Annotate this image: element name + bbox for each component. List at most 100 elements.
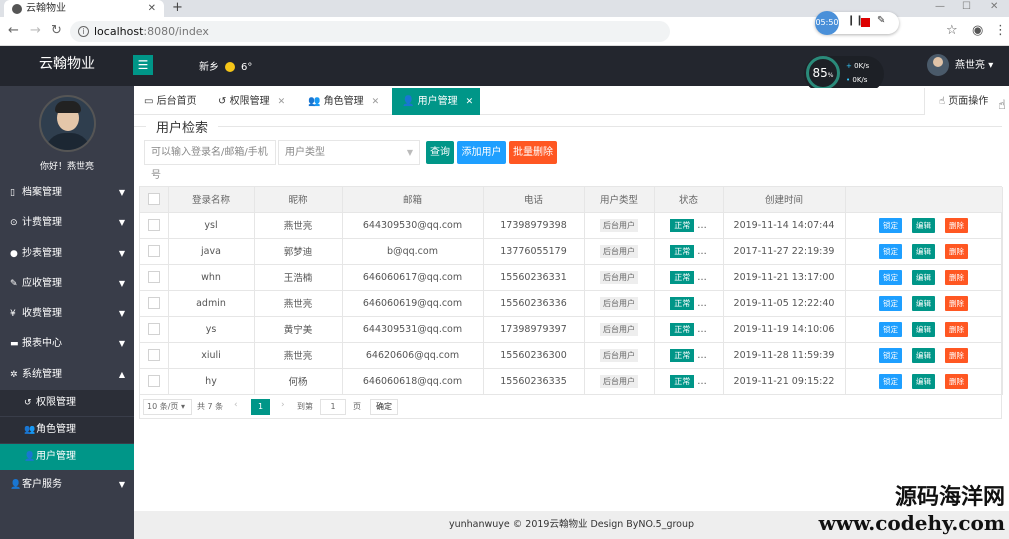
- column-header[interactable]: 电话: [483, 187, 585, 213]
- tab-permissions[interactable]: ↺ 权限管理 ✕: [208, 88, 298, 115]
- info-icon[interactable]: i: [78, 26, 89, 37]
- goto-page-input[interactable]: 1: [320, 399, 346, 415]
- edit-button[interactable]: 编辑: [912, 269, 935, 285]
- forward-icon[interactable]: →: [30, 23, 41, 38]
- file-icon: ▯: [10, 188, 15, 198]
- user-menu[interactable]: 燕世亮 ▾: [927, 54, 993, 77]
- lock-button[interactable]: 锁定: [879, 217, 902, 233]
- lock-button[interactable]: 锁定: [879, 347, 902, 363]
- next-page-icon[interactable]: ›: [281, 400, 285, 410]
- new-tab-icon[interactable]: +: [172, 0, 183, 16]
- row-checkbox[interactable]: [147, 297, 160, 309]
- sidebar-item-billing[interactable]: ⊙ 计费管理 ▼: [0, 208, 134, 238]
- edit-button[interactable]: 编辑: [912, 243, 935, 259]
- more-menu-icon[interactable]: ⋮: [994, 23, 1007, 38]
- batch-delete-button[interactable]: 批量删除: [509, 141, 557, 164]
- delete-button[interactable]: 删除: [945, 243, 968, 259]
- table-row[interactable]: ys 黄宁美 644309531@qq.com 17398979397 后台用户 正常 ……: [140, 316, 1003, 343]
- pen-icon[interactable]: ✎: [877, 15, 885, 26]
- table-row[interactable]: hy 何杨 646060618@qq.com 15560236335 后台用户 正常 … 2…: [140, 368, 1003, 395]
- stop-icon[interactable]: [861, 18, 870, 27]
- sidebar-item-system[interactable]: ✲ 系统管理 ▲: [0, 360, 134, 390]
- delete-button[interactable]: 删除: [945, 347, 968, 363]
- lock-button[interactable]: 锁定: [879, 295, 902, 311]
- sidebar-item-users[interactable]: 👤用户管理: [0, 444, 134, 470]
- delete-button[interactable]: 删除: [945, 217, 968, 233]
- table-row[interactable]: java 郭梦迪 b@qq.com 13776055179 后台用户 正常 … 2017-1…: [140, 238, 1003, 265]
- weather-temperature: 6°: [241, 62, 253, 73]
- add-user-button[interactable]: 添加用户: [457, 141, 506, 164]
- column-header[interactable]: 用户类型: [584, 187, 655, 213]
- lock-button[interactable]: 锁定: [879, 321, 902, 337]
- account-icon[interactable]: ◉: [972, 23, 983, 38]
- lock-button[interactable]: 锁定: [879, 243, 902, 259]
- current-page-button[interactable]: 1: [251, 399, 270, 415]
- prev-page-icon[interactable]: ‹: [234, 400, 238, 410]
- row-checkbox[interactable]: [147, 323, 160, 335]
- table-row[interactable]: admin 燕世亮 646060619@qq.com 15560236336 后台用户 正…: [140, 290, 1003, 317]
- search-input[interactable]: 可以输入登录名/邮箱/手机号: [144, 140, 276, 181]
- close-tab-icon[interactable]: ✕: [372, 97, 380, 107]
- column-header[interactable]: 昵称: [254, 187, 343, 213]
- lock-button[interactable]: 锁定: [879, 373, 902, 389]
- monitor-icon: ▭: [144, 96, 154, 107]
- close-tab-icon[interactable]: ✕: [148, 0, 156, 17]
- page-size-select[interactable]: 10 条/页 ▾: [143, 399, 192, 415]
- goto-confirm-button[interactable]: 确定: [370, 399, 398, 415]
- delete-button[interactable]: 删除: [945, 321, 968, 337]
- edit-button[interactable]: 编辑: [912, 217, 935, 233]
- row-select-cell: [140, 290, 169, 317]
- sidebar-item-reports[interactable]: ▬ 报表中心 ▼: [0, 329, 134, 359]
- edit-button[interactable]: 编辑: [912, 347, 935, 363]
- sidebar-item-permissions[interactable]: ↺ 权限管理: [0, 390, 134, 416]
- menu-toggle-button[interactable]: ☰: [133, 55, 153, 75]
- column-header-actions: [845, 187, 1003, 213]
- edit-button[interactable]: 编辑: [912, 295, 935, 311]
- column-header[interactable]: 创建时间: [723, 187, 846, 213]
- table-row[interactable]: ysl 燕世亮 644309530@qq.com 17398979398 后台用户 正常 …: [140, 212, 1003, 239]
- table-row[interactable]: xiuli 燕世亮 64620606@qq.com 15560236300 后台用户 正常…: [140, 342, 1003, 369]
- url-field[interactable]: i localhost:8080/index: [70, 21, 670, 42]
- row-checkbox[interactable]: [147, 349, 160, 361]
- table-row[interactable]: whn 王浩楠 646060617@qq.com 15560236331 后台用户 正常 …: [140, 264, 1003, 291]
- tab-roles[interactable]: 👥 角色管理 ✕: [298, 88, 392, 115]
- row-checkbox[interactable]: [147, 245, 160, 257]
- column-header[interactable]: 状态: [654, 187, 724, 213]
- back-icon[interactable]: ←: [8, 23, 19, 38]
- delete-button[interactable]: 删除: [945, 269, 968, 285]
- column-header[interactable]: 登录名称: [168, 187, 255, 213]
- row-checkbox[interactable]: [147, 271, 160, 283]
- close-tab-icon[interactable]: ✕: [466, 97, 474, 107]
- row-checkbox[interactable]: [147, 219, 160, 231]
- page-operations-button[interactable]: ☝ 页面操作: [924, 88, 1009, 115]
- minimize-icon[interactable]: —: [935, 0, 945, 14]
- sidebar-item-label: 系统管理: [22, 369, 62, 380]
- sidebar-item-customer-service[interactable]: 👤客户服务 ▼: [0, 470, 134, 500]
- close-tab-icon[interactable]: ✕: [278, 97, 286, 107]
- sidebar-item-meter-reading[interactable]: ● 抄表管理 ▼: [0, 239, 134, 269]
- close-window-icon[interactable]: ✕: [990, 0, 998, 14]
- chat-icon: ▬: [10, 339, 19, 349]
- user-type-select[interactable]: 用户类型 ▼: [278, 140, 420, 165]
- sidebar-item-collection[interactable]: ¥ 收费管理 ▼: [0, 299, 134, 329]
- select-all-checkbox[interactable]: [147, 193, 160, 206]
- sidebar-item-receivables[interactable]: ✎ 应收管理 ▼: [0, 269, 134, 299]
- column-header[interactable]: 邮箱: [342, 187, 484, 213]
- edit-button[interactable]: 编辑: [912, 321, 935, 337]
- maximize-icon[interactable]: ☐: [962, 0, 971, 14]
- edit-button[interactable]: 编辑: [912, 373, 935, 389]
- cell-email: 646060618@qq.com: [342, 368, 484, 395]
- lock-button[interactable]: 锁定: [879, 269, 902, 285]
- bookmark-star-icon[interactable]: ☆: [946, 23, 958, 38]
- delete-button[interactable]: 删除: [945, 295, 968, 311]
- sidebar-item-archives[interactable]: ▯ 档案管理 ▼: [0, 178, 134, 208]
- upload-rate-value: 0K/s: [854, 62, 870, 70]
- browser-tab[interactable]: 云翰物业 ✕: [4, 0, 164, 17]
- reload-icon[interactable]: ↻: [51, 23, 62, 38]
- tab-users[interactable]: 👤 用户管理 ✕: [392, 88, 480, 115]
- row-checkbox[interactable]: [147, 375, 160, 387]
- query-button[interactable]: 查询: [426, 141, 454, 164]
- sidebar-item-roles[interactable]: 👥角色管理: [0, 417, 134, 443]
- tab-home[interactable]: ▭ 后台首页: [134, 88, 208, 115]
- delete-button[interactable]: 删除: [945, 373, 968, 389]
